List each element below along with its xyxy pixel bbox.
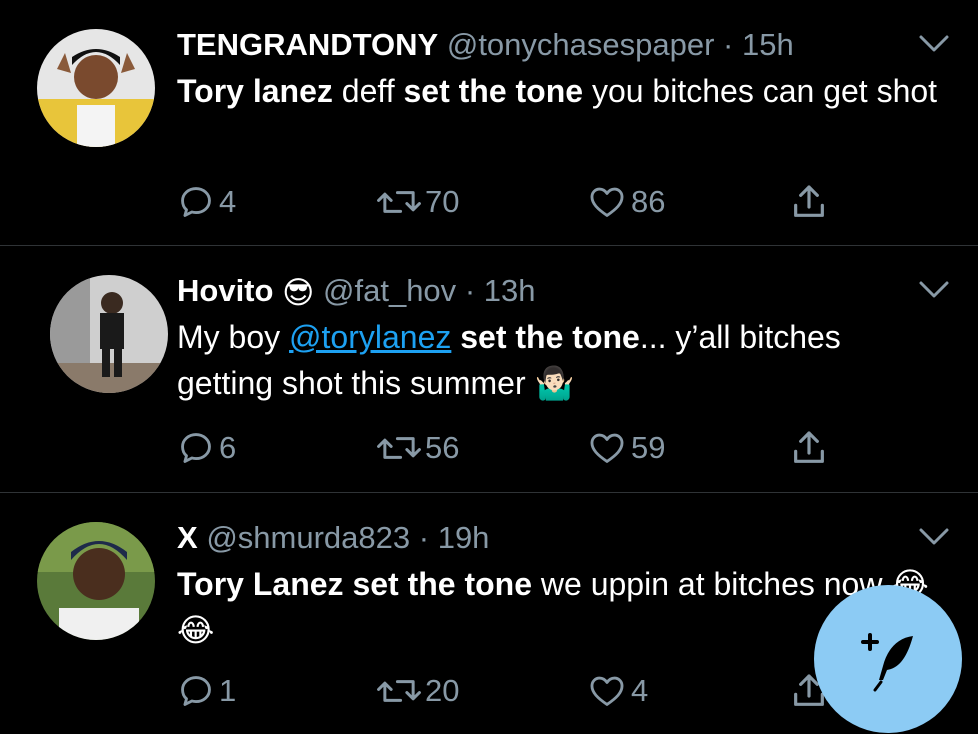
retweet-count: 56 (425, 430, 460, 465)
avatar[interactable] (50, 275, 168, 393)
heart-icon (590, 187, 624, 217)
retweet-count: 20 (425, 673, 460, 708)
tweet[interactable]: Hovito 😎 @fat_hov · 13h My boy @torylane… (0, 246, 978, 492)
shrug-emoji: 🤷🏻‍♂️ (534, 365, 575, 401)
avatar[interactable] (37, 29, 155, 147)
like-count: 86 (631, 184, 666, 219)
text-bold: set the tone (451, 319, 640, 355)
tweet-text: My boy @torylanez set the tone... y’all … (177, 314, 938, 406)
share-icon (794, 431, 824, 463)
tweet-actions: 6 56 59 (177, 426, 897, 470)
reply-button[interactable]: 6 (177, 426, 236, 470)
person-avatar-icon (37, 522, 155, 640)
like-button[interactable]: 59 (587, 426, 665, 470)
chevron-down-icon[interactable] (918, 34, 950, 58)
retweet-count: 70 (425, 184, 460, 219)
text-plain: we uppin at bitches now (532, 566, 892, 602)
share-button[interactable] (789, 426, 829, 470)
like-count: 4 (631, 673, 649, 708)
retweet-button[interactable]: 20 (377, 669, 459, 713)
user-handle[interactable]: @tonychasespaper (447, 27, 715, 62)
text-plain: deff (332, 73, 404, 109)
reply-count: 1 (219, 673, 237, 708)
tweet-header: TENGRANDTONY @tonychasespaper · 15h (177, 25, 908, 65)
display-name[interactable]: TENGRANDTONY (177, 27, 438, 62)
text-plain: My boy (177, 319, 290, 355)
person-avatar-icon (37, 29, 155, 147)
display-name[interactable]: Hovito (177, 273, 273, 308)
text-bold: Tory lanez (177, 73, 333, 109)
separator: · (418, 520, 430, 555)
chevron-down-icon[interactable] (918, 527, 950, 551)
display-name[interactable]: X (177, 520, 198, 555)
like-button[interactable]: 4 (587, 669, 648, 713)
reply-icon (181, 676, 211, 706)
timestamp[interactable]: 15h (742, 27, 794, 62)
heart-icon (590, 676, 624, 706)
tweet-feed: TENGRANDTONY @tonychasespaper · 15h Tory… (0, 0, 978, 734)
timestamp[interactable]: 13h (484, 273, 536, 308)
text-bold: set the tone (403, 73, 584, 109)
reply-icon (181, 433, 211, 463)
reply-button[interactable]: 1 (177, 669, 236, 713)
tweet[interactable]: TENGRANDTONY @tonychasespaper · 15h Tory… (0, 0, 978, 245)
tweet-actions: 1 20 4 (177, 669, 897, 713)
text-bold: Tory Lanez set the tone (177, 566, 533, 602)
separator: · (464, 273, 476, 308)
retweet-icon (377, 680, 421, 702)
retweet-button[interactable]: 56 (377, 426, 459, 470)
tweet-actions: 4 70 86 (177, 180, 897, 224)
sunglasses-emoji: 😎 (282, 274, 315, 310)
user-handle[interactable]: @shmurda823 (206, 520, 410, 555)
like-button[interactable]: 86 (587, 180, 665, 224)
text-plain: you bitches can get shot (583, 73, 938, 109)
compose-tweet-button[interactable] (814, 585, 962, 733)
retweet-icon (377, 191, 421, 213)
timestamp[interactable]: 19h (438, 520, 490, 555)
tweet-header: X @shmurda823 · 19h (177, 518, 908, 558)
chevron-down-icon[interactable] (918, 280, 950, 304)
reply-icon (181, 187, 211, 217)
reply-count: 4 (219, 184, 237, 219)
tweet-header: Hovito 😎 @fat_hov · 13h (177, 271, 908, 313)
retweet-button[interactable]: 70 (377, 180, 459, 224)
share-button[interactable] (789, 180, 829, 224)
compose-tweet-icon (861, 633, 913, 692)
avatar[interactable] (37, 522, 155, 640)
heart-icon (590, 433, 624, 463)
like-count: 59 (631, 430, 666, 465)
separator: · (723, 27, 734, 62)
mention-link[interactable]: @torylanez (289, 319, 451, 355)
user-handle[interactable]: @fat_hov (323, 273, 456, 308)
tweet-text: Tory lanez deff set the tone you bitches… (177, 68, 938, 114)
reply-count: 6 (219, 430, 237, 465)
reply-button[interactable]: 4 (177, 180, 236, 224)
share-icon (794, 185, 824, 217)
person-avatar-icon (50, 275, 168, 393)
retweet-icon (377, 437, 421, 459)
